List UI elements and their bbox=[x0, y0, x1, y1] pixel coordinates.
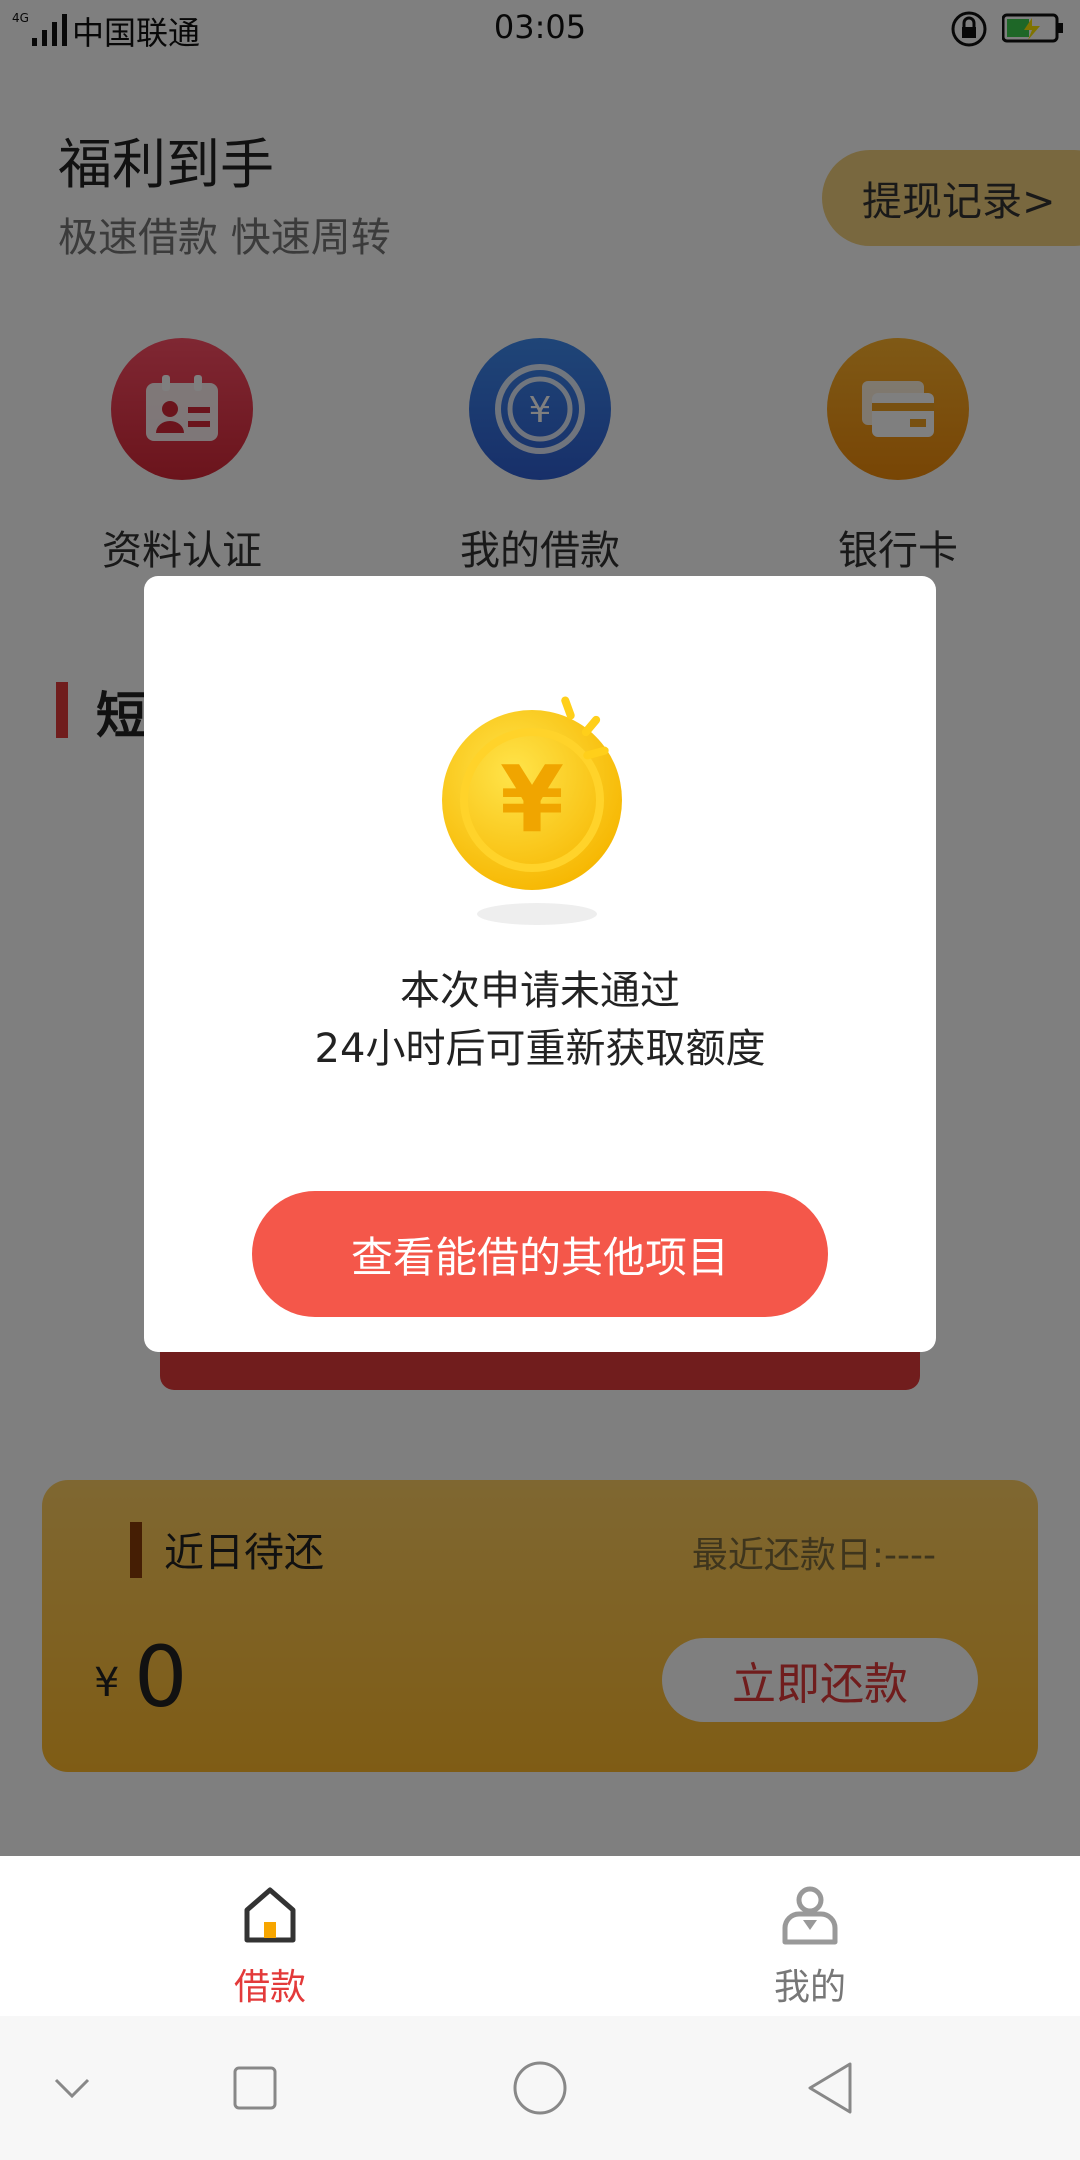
chevron-down-icon bbox=[54, 2078, 90, 2099]
bottom-tab-bar: 借款 我的 bbox=[0, 1856, 1080, 2016]
back-triangle-icon bbox=[808, 2062, 852, 2114]
nav-recents-button[interactable] bbox=[219, 2052, 291, 2124]
gold-coin-icon: ¥ bbox=[442, 696, 622, 925]
user-icon bbox=[782, 1886, 838, 1945]
view-other-projects-button[interactable]: 查看能借的其他项目 bbox=[252, 1191, 828, 1317]
nav-collapse-button[interactable] bbox=[36, 2052, 108, 2124]
circle-icon bbox=[513, 2061, 567, 2115]
app-screen: 4G 中国联通 03:05 福利到手 极速借款 快速周转 提现记录> bbox=[0, 0, 1080, 2160]
tab-loan[interactable]: 借款 bbox=[170, 1884, 370, 2010]
rejection-message: 本次申请未通过 bbox=[400, 968, 680, 1014]
square-icon bbox=[233, 2066, 277, 2110]
nav-back-button[interactable] bbox=[794, 2052, 866, 2124]
home-icon bbox=[244, 1887, 296, 1943]
nav-home-button[interactable] bbox=[504, 2052, 576, 2124]
svg-text:¥: ¥ bbox=[500, 746, 564, 853]
rejection-dialog: ¥ 本次申请未通过 24小时后可重新获取额度 查看能借的其他项目 bbox=[144, 576, 936, 1352]
tab-label: 借款 bbox=[233, 1967, 306, 2008]
tab-mine[interactable]: 我的 bbox=[710, 1884, 910, 2010]
tab-label: 我的 bbox=[773, 1967, 846, 2008]
retry-message: 24小时后可重新获取额度 bbox=[314, 1026, 766, 1072]
system-nav-bar bbox=[0, 2016, 1080, 2160]
